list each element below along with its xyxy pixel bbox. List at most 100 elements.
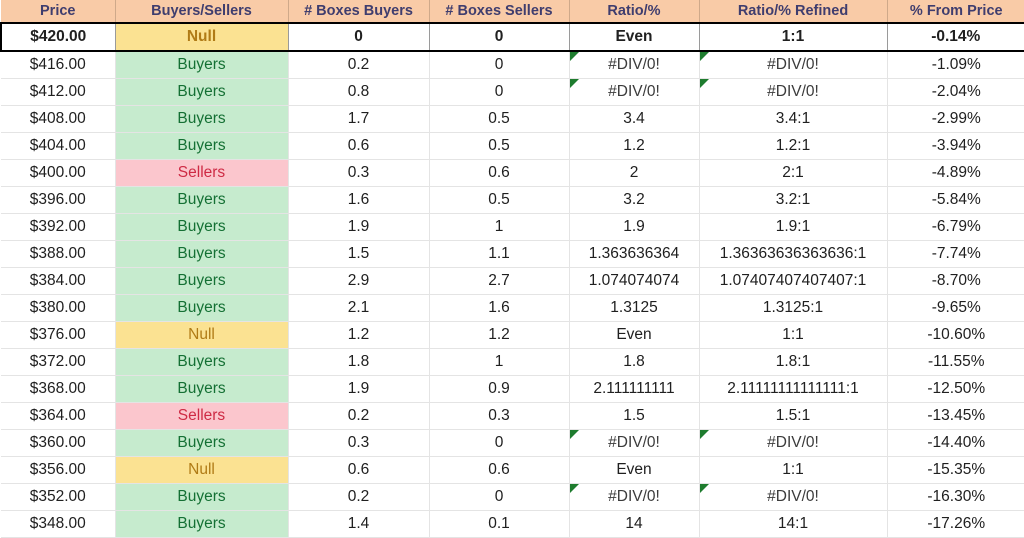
cell-ratio-refined[interactable]: 1.9:1 [699, 214, 887, 241]
cell-buyers-sellers[interactable]: Buyers [115, 214, 288, 241]
cell-boxes-sellers[interactable]: 0 [429, 484, 569, 511]
cell-pct-from-price[interactable]: -11.55% [887, 349, 1024, 376]
cell-ratio[interactable]: #DIV/0! [569, 484, 699, 511]
cell-buyers-sellers[interactable]: Buyers [115, 349, 288, 376]
cell-pct-from-price[interactable]: -6.79% [887, 214, 1024, 241]
cell-boxes-sellers[interactable]: 0.5 [429, 106, 569, 133]
cell-boxes-sellers[interactable]: 0.5 [429, 133, 569, 160]
cell-ratio[interactable]: 1.9 [569, 214, 699, 241]
cell-boxes-sellers[interactable]: 1 [429, 349, 569, 376]
cell-pct-from-price[interactable]: -4.89% [887, 160, 1024, 187]
cell-ratio-refined[interactable]: #DIV/0! [699, 484, 887, 511]
cell-pct-from-price[interactable]: -13.45% [887, 403, 1024, 430]
cell-ratio-refined[interactable]: #DIV/0! [699, 430, 887, 457]
cell-price[interactable]: $408.00 [1, 106, 115, 133]
cell-price[interactable]: $404.00 [1, 133, 115, 160]
cell-ratio[interactable]: #DIV/0! [569, 430, 699, 457]
cell-pct-from-price[interactable]: -15.35% [887, 457, 1024, 484]
cell-ratio[interactable]: 1.3125 [569, 295, 699, 322]
cell-boxes-buyers[interactable]: 1.2 [288, 322, 429, 349]
cell-buyers-sellers[interactable]: Buyers [115, 295, 288, 322]
cell-boxes-sellers[interactable]: 0 [429, 23, 569, 51]
cell-price[interactable]: $356.00 [1, 457, 115, 484]
cell-pct-from-price[interactable]: -2.04% [887, 79, 1024, 106]
column-header-boxes-buyers[interactable]: # Boxes Buyers [288, 0, 429, 23]
cell-price[interactable]: $372.00 [1, 349, 115, 376]
cell-boxes-buyers[interactable]: 1.4 [288, 511, 429, 538]
cell-buyers-sellers[interactable]: Buyers [115, 133, 288, 160]
cell-price[interactable]: $416.00 [1, 51, 115, 79]
cell-ratio[interactable]: 1.2 [569, 133, 699, 160]
cell-price[interactable]: $412.00 [1, 79, 115, 106]
cell-boxes-sellers[interactable]: 0.5 [429, 187, 569, 214]
cell-ratio-refined[interactable]: 14:1 [699, 511, 887, 538]
cell-ratio[interactable]: 1.363636364 [569, 241, 699, 268]
column-header-pct-from-price[interactable]: % From Price [887, 0, 1024, 23]
cell-pct-from-price[interactable]: -1.09% [887, 51, 1024, 79]
cell-price[interactable]: $384.00 [1, 268, 115, 295]
cell-buyers-sellers[interactable]: Buyers [115, 106, 288, 133]
cell-boxes-sellers[interactable]: 1.2 [429, 322, 569, 349]
cell-boxes-sellers[interactable]: 0.6 [429, 457, 569, 484]
cell-boxes-buyers[interactable]: 0.2 [288, 403, 429, 430]
cell-ratio-refined[interactable]: 1:1 [699, 322, 887, 349]
cell-pct-from-price[interactable]: -2.99% [887, 106, 1024, 133]
cell-pct-from-price[interactable]: -0.14% [887, 23, 1024, 51]
cell-price[interactable]: $364.00 [1, 403, 115, 430]
cell-ratio-refined[interactable]: 1.07407407407407:1 [699, 268, 887, 295]
cell-ratio-refined[interactable]: 1.3125:1 [699, 295, 887, 322]
cell-boxes-sellers[interactable]: 1.6 [429, 295, 569, 322]
cell-ratio[interactable]: #DIV/0! [569, 79, 699, 106]
cell-boxes-buyers[interactable]: 1.8 [288, 349, 429, 376]
cell-boxes-buyers[interactable]: 1.9 [288, 376, 429, 403]
cell-ratio[interactable]: 14 [569, 511, 699, 538]
cell-boxes-buyers[interactable]: 1.6 [288, 187, 429, 214]
cell-ratio[interactable]: 2.111111111 [569, 376, 699, 403]
cell-boxes-sellers[interactable]: 1 [429, 214, 569, 241]
cell-pct-from-price[interactable]: -16.30% [887, 484, 1024, 511]
cell-boxes-sellers[interactable]: 0.6 [429, 160, 569, 187]
cell-ratio-refined[interactable]: #DIV/0! [699, 51, 887, 79]
cell-boxes-sellers[interactable]: 0.9 [429, 376, 569, 403]
cell-boxes-buyers[interactable]: 2.1 [288, 295, 429, 322]
cell-price[interactable]: $352.00 [1, 484, 115, 511]
cell-pct-from-price[interactable]: -9.65% [887, 295, 1024, 322]
cell-price[interactable]: $380.00 [1, 295, 115, 322]
cell-ratio-refined[interactable]: 1:1 [699, 457, 887, 484]
cell-price[interactable]: $392.00 [1, 214, 115, 241]
cell-boxes-buyers[interactable]: 0.6 [288, 457, 429, 484]
cell-buyers-sellers[interactable]: Buyers [115, 430, 288, 457]
cell-ratio[interactable]: 2 [569, 160, 699, 187]
column-header-boxes-sellers[interactable]: # Boxes Sellers [429, 0, 569, 23]
cell-buyers-sellers[interactable]: Buyers [115, 79, 288, 106]
cell-boxes-sellers[interactable]: 2.7 [429, 268, 569, 295]
cell-ratio[interactable]: 3.4 [569, 106, 699, 133]
cell-buyers-sellers[interactable]: Null [115, 322, 288, 349]
cell-ratio-refined[interactable]: 1.5:1 [699, 403, 887, 430]
cell-ratio[interactable]: 1.5 [569, 403, 699, 430]
cell-buyers-sellers[interactable]: Buyers [115, 484, 288, 511]
cell-boxes-buyers[interactable]: 0 [288, 23, 429, 51]
cell-ratio[interactable]: 1.074074074 [569, 268, 699, 295]
cell-ratio-refined[interactable]: 1.2:1 [699, 133, 887, 160]
cell-boxes-sellers[interactable]: 0.1 [429, 511, 569, 538]
cell-buyers-sellers[interactable]: Null [115, 23, 288, 51]
cell-buyers-sellers[interactable]: Sellers [115, 160, 288, 187]
cell-boxes-sellers[interactable]: 1.1 [429, 241, 569, 268]
cell-buyers-sellers[interactable]: Buyers [115, 187, 288, 214]
cell-pct-from-price[interactable]: -17.26% [887, 511, 1024, 538]
cell-boxes-buyers[interactable]: 0.2 [288, 484, 429, 511]
cell-pct-from-price[interactable]: -10.60% [887, 322, 1024, 349]
column-header-buyers-sellers[interactable]: Buyers/Sellers [115, 0, 288, 23]
column-header-ratio-refined[interactable]: Ratio/% Refined [699, 0, 887, 23]
cell-buyers-sellers[interactable]: Null [115, 457, 288, 484]
cell-buyers-sellers[interactable]: Buyers [115, 51, 288, 79]
cell-boxes-buyers[interactable]: 1.5 [288, 241, 429, 268]
cell-boxes-sellers[interactable]: 0.3 [429, 403, 569, 430]
cell-ratio-refined[interactable]: 2:1 [699, 160, 887, 187]
cell-boxes-buyers[interactable]: 1.9 [288, 214, 429, 241]
cell-boxes-buyers[interactable]: 0.3 [288, 160, 429, 187]
cell-ratio[interactable]: #DIV/0! [569, 51, 699, 79]
cell-buyers-sellers[interactable]: Sellers [115, 403, 288, 430]
cell-ratio-refined[interactable]: #DIV/0! [699, 79, 887, 106]
